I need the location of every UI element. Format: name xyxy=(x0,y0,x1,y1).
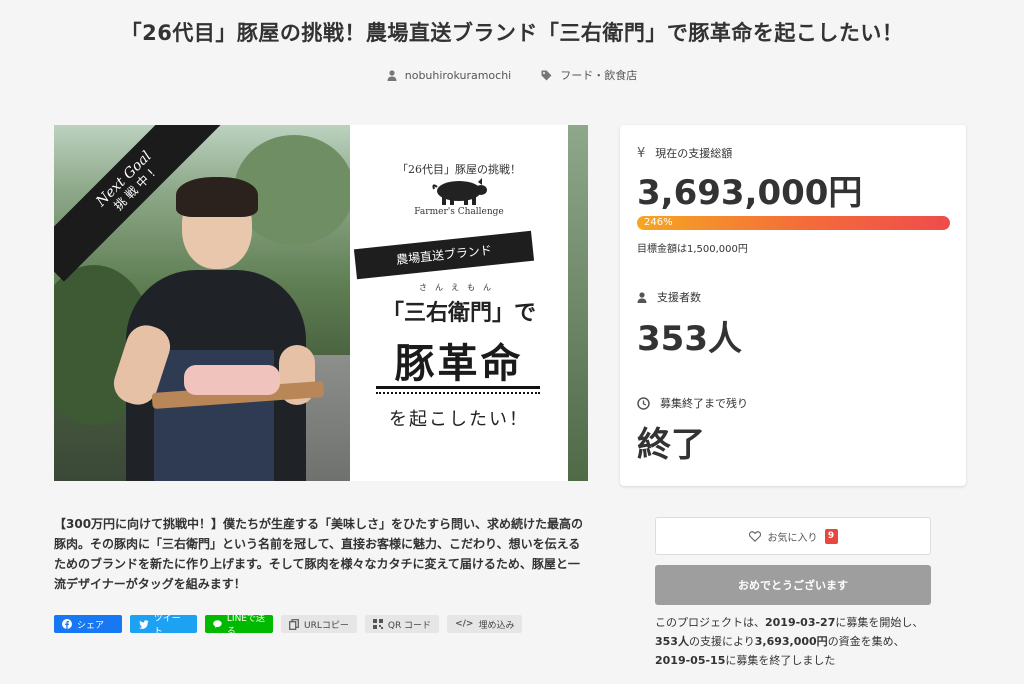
author-name: nobuhirokuramochi xyxy=(404,68,512,82)
backers-label-row: 支援者数 xyxy=(637,289,701,305)
tag-icon xyxy=(541,70,552,80)
twitter-share-label: ツイート xyxy=(153,614,181,637)
line-share-button[interactable]: LINEで送る xyxy=(205,614,273,637)
project-title: 「26代目」豚屋の挑戦！農場直送ブランド「三右衛門」で豚革命を起こしたい！ xyxy=(120,21,904,45)
progress-bar: 246% xyxy=(637,216,950,230)
result-mid3: の資金を集め、 xyxy=(827,635,905,648)
line-icon xyxy=(213,620,222,629)
project-result-text: このプロジェクトは、2019-03-27に募集を開始し、 353人の支援により3,… xyxy=(655,613,937,670)
user-icon xyxy=(637,291,647,303)
backers-count: 353人 xyxy=(637,319,742,359)
hero-farmers-challenge: Farmer's Challenge xyxy=(414,207,504,217)
result-mid2: の支援により xyxy=(688,635,755,648)
twitter-share-button[interactable]: ツイート xyxy=(130,614,197,637)
raised-amount: 3,693,000円 xyxy=(637,173,863,213)
embed-button[interactable]: </> 埋め込み xyxy=(447,615,523,633)
hero-brand: 「三右衛門」で xyxy=(381,300,536,326)
progress-percent: 246% xyxy=(644,217,673,228)
qr-code-button[interactable]: QR コード xyxy=(364,615,440,633)
embed-label: 埋め込み xyxy=(478,620,515,631)
remaining-label: 募集終了まで残り xyxy=(660,397,748,410)
line-share-label: LINEで送る xyxy=(226,614,265,637)
facebook-share-label: シェア xyxy=(77,620,105,631)
result-end-date: 2019-05-15 xyxy=(655,654,726,667)
raised-label-row: ¥ 現在の支援総額 xyxy=(637,145,732,161)
backers-label: 支援者数 xyxy=(657,291,701,304)
congratulations-button[interactable]: おめでとうございます xyxy=(655,565,931,605)
farmer-photo xyxy=(54,125,417,481)
result-prefix: このプロジェクトは、 xyxy=(655,616,765,629)
hero-text-panel: 「26代目」豚屋の挑戦！ Farmer's Challenge 農場直送ブランド… xyxy=(350,125,568,481)
result-suffix: に募集を終了しました xyxy=(725,654,836,667)
hero-ruby: さんえもん xyxy=(419,283,499,292)
remaining-label-row: 募集終了まで残り xyxy=(637,395,748,411)
url-copy-button[interactable]: URLコピー xyxy=(281,615,357,633)
project-meta: nobuhirokuramochi フード・飲食店 xyxy=(0,67,1024,83)
copy-icon xyxy=(289,618,299,630)
qr-code-icon xyxy=(372,619,383,629)
hero-tagline: を起こしたい！ xyxy=(389,409,529,430)
yen-icon: ¥ xyxy=(637,145,646,161)
project-description: 【300万円に向けて挑戦中！】僕たちが生産する「美味しさ」をひたすら問い、求め続… xyxy=(54,517,584,591)
heart-icon xyxy=(748,530,761,542)
result-start-date: 2019-03-27 xyxy=(765,616,836,629)
hero-ribbon: 農場直送ブランド xyxy=(353,230,535,280)
category-link[interactable]: フード・飲食店 xyxy=(541,67,637,83)
qr-code-label: QR コード xyxy=(387,620,432,631)
facebook-icon xyxy=(62,619,72,629)
facebook-share-button[interactable]: シェア xyxy=(54,615,122,633)
twitter-icon xyxy=(138,619,149,629)
author-link[interactable]: nobuhirokuramochi xyxy=(387,67,511,83)
hero-headline: 豚革命 xyxy=(394,340,524,387)
hero-subtitle: 「26代目」豚屋の挑戦！ xyxy=(397,163,521,176)
favorite-label: お気に入り xyxy=(767,532,818,544)
raised-label: 現在の支援総額 xyxy=(655,147,733,160)
result-mid1: に募集を開始し、 xyxy=(835,616,924,629)
clock-icon xyxy=(637,396,650,410)
result-amount: 3,693,000円 xyxy=(754,635,828,648)
result-backers: 353人 xyxy=(655,635,689,648)
user-icon xyxy=(387,69,397,81)
url-copy-label: URLコピー xyxy=(304,620,349,631)
pig-icon xyxy=(432,178,487,205)
code-icon: </> xyxy=(455,619,474,629)
funding-stats-card: ¥ 現在の支援総額 3,693,000円 246% 目標金額は1,500,000… xyxy=(620,125,966,486)
category-name: フード・飲食店 xyxy=(560,69,638,82)
project-hero-image: Next Goal 挑 戦 中 ! 「26代目」豚屋の挑戦！ Farmer's … xyxy=(54,125,588,481)
share-buttons: シェア ツイート LINEで送る URLコピー QR コード </> 埋め込み xyxy=(54,614,523,637)
favorite-button[interactable]: お気に入り 9 xyxy=(655,517,931,555)
remaining-value: 終了 xyxy=(637,425,705,465)
favorite-count-badge: 9 xyxy=(824,528,838,544)
goal-amount: 目標金額は1,500,000円 xyxy=(637,244,748,255)
